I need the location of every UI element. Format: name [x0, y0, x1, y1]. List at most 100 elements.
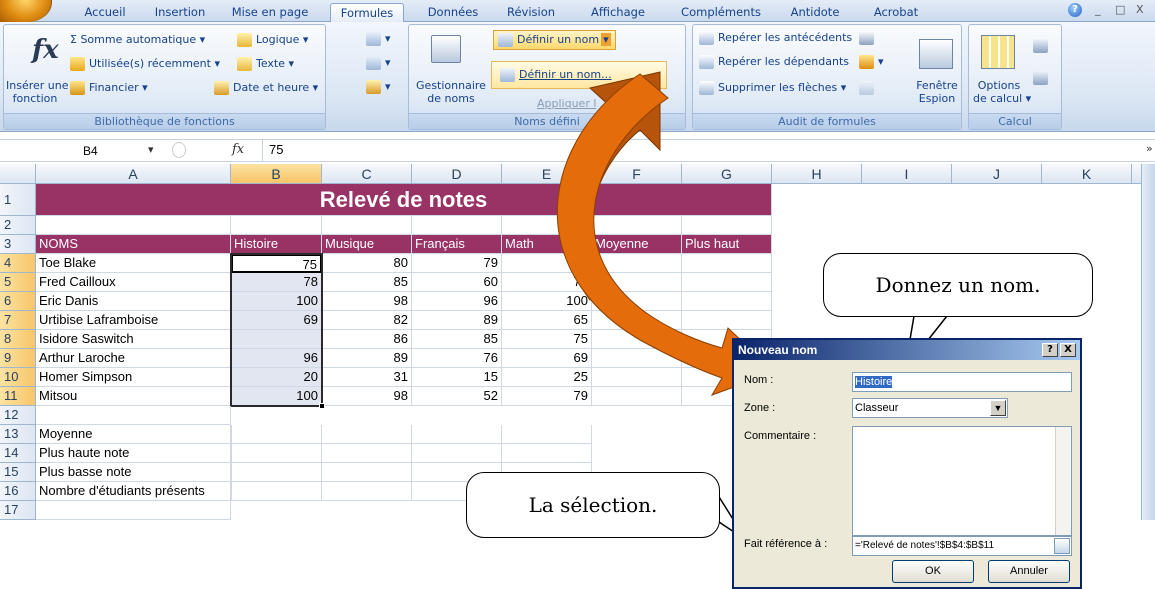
tab-donnees[interactable]: Données — [418, 3, 488, 22]
more-functions-icon[interactable]: ▾ — [366, 80, 391, 94]
summary-label[interactable]: Moyenne — [36, 425, 231, 444]
row-header-17[interactable]: 17 — [0, 501, 36, 520]
row-header-7[interactable]: 7 — [0, 311, 36, 330]
cell-francais[interactable]: 89 — [412, 311, 502, 330]
scope-select[interactable]: Classeur ▼ — [852, 398, 1008, 418]
cell-histoire[interactable]: 96 — [231, 349, 322, 368]
calculate-sheet-icon[interactable] — [1033, 71, 1052, 85]
cell-musique[interactable]: 89 — [322, 349, 412, 368]
tab-complements[interactable]: Compléments — [676, 3, 766, 22]
close-icon[interactable]: X — [1136, 3, 1144, 16]
student-name[interactable]: Homer Simpson — [36, 368, 231, 387]
refers-to-input[interactable]: ='Relevé de notes'!$B$4:$B$11 — [852, 536, 1072, 556]
cell-francais[interactable]: 60 — [412, 273, 502, 292]
cell-musique[interactable]: 98 — [322, 292, 412, 311]
chevron-down-icon[interactable]: ▼ — [990, 400, 1006, 416]
row-header-16[interactable]: 16 — [0, 482, 36, 501]
select-all-corner[interactable] — [0, 164, 36, 184]
row-header-5[interactable]: 5 — [0, 273, 36, 292]
cell-math[interactable]: 75 — [502, 273, 592, 292]
summary-label[interactable]: Plus haute note — [36, 444, 231, 463]
cell-a2[interactable] — [36, 216, 231, 235]
name-box[interactable]: B4 — [8, 142, 158, 160]
student-name[interactable]: Fred Cailloux — [36, 273, 231, 292]
row-header-2[interactable]: 2 — [0, 216, 36, 235]
cell-musique[interactable]: 82 — [322, 311, 412, 330]
tab-formules[interactable]: Formules — [330, 3, 404, 23]
name-input[interactable]: Histoire — [852, 372, 1072, 392]
cell-histoire[interactable]: 100 — [231, 292, 322, 311]
cell-math[interactable]: 79 — [502, 387, 592, 406]
show-formulas-icon[interactable] — [859, 31, 878, 45]
header-cell-francais[interactable]: Français — [412, 235, 502, 254]
row-header-9[interactable]: 9 — [0, 349, 36, 368]
dialog-close-button[interactable]: X — [1060, 343, 1076, 357]
column-header-d[interactable]: D — [412, 164, 502, 184]
name-manager-button[interactable]: Gestionnaire de noms — [415, 79, 487, 105]
row-header-4[interactable]: 4 — [0, 254, 36, 273]
dialog-title-bar[interactable]: Nouveau nom — [734, 340, 1080, 360]
dialog-help-button[interactable]: ? — [1042, 343, 1058, 357]
cell-math[interactable]: 69 — [502, 349, 592, 368]
tab-affichage[interactable]: Affichage — [580, 3, 656, 22]
trace-dependents-button[interactable]: Repérer les dépendants — [699, 55, 849, 69]
cell-francais[interactable]: 96 — [412, 292, 502, 311]
minimize-icon[interactable]: _ — [1095, 3, 1101, 16]
cancel-button[interactable]: Annuler — [988, 560, 1070, 583]
cell-a17[interactable] — [36, 501, 231, 520]
header-cell-math[interactable]: Math — [502, 235, 592, 254]
cell-musique[interactable]: 31 — [322, 368, 412, 387]
tab-acrobat[interactable]: Acrobat — [866, 3, 926, 22]
expand-formula-bar-icon[interactable]: » — [1146, 142, 1153, 155]
evaluate-formula-icon[interactable] — [859, 81, 878, 95]
lookup-icon[interactable]: ▾ — [366, 32, 391, 46]
restore-icon[interactable]: □ — [1115, 3, 1125, 16]
column-header-e[interactable]: E — [502, 164, 592, 184]
fill-handle[interactable] — [319, 403, 325, 409]
define-name-menu-item[interactable]: Définir un nom... — [491, 61, 667, 89]
column-header-j[interactable]: J — [952, 164, 1042, 184]
tab-antidote[interactable]: Antidote — [782, 3, 848, 22]
cell-francais[interactable]: 85 — [412, 330, 502, 349]
cell-f2[interactable] — [592, 216, 682, 235]
comment-scrollbar[interactable] — [1055, 427, 1071, 535]
apply-names-menu-item[interactable]: Appliquer l — [537, 97, 596, 110]
cell-francais[interactable]: 15 — [412, 368, 502, 387]
cell-math[interactable]: 25 — [502, 368, 592, 387]
header-cell-moyenne[interactable]: Moyenne — [592, 235, 682, 254]
watch-window-button[interactable]: Fenêtre Espion — [915, 79, 959, 105]
datetime-button[interactable]: Date et heure ▾ — [214, 81, 318, 95]
cell-d2[interactable] — [412, 216, 502, 235]
calculate-now-icon[interactable] — [1033, 39, 1052, 53]
student-name[interactable]: Arthur Laroche — [36, 349, 231, 368]
cell-math[interactable]: 8 — [502, 254, 592, 273]
cell-francais[interactable]: 79 — [412, 254, 502, 273]
cell-math[interactable]: 65 — [502, 311, 592, 330]
tab-mise-en-page[interactable]: Mise en page — [225, 3, 315, 22]
summary-label[interactable]: Nombre d'étudiants présents — [36, 482, 231, 501]
sheet-title[interactable]: Relevé de notes — [36, 184, 772, 216]
row-header-11[interactable]: 11 — [0, 387, 36, 406]
cell-b4-active[interactable]: 75 — [231, 254, 322, 273]
define-name-split-button[interactable]: Définir un nom ▾ — [493, 30, 616, 50]
header-cell-noms[interactable]: NOMS — [36, 235, 231, 254]
column-header-i[interactable]: I — [862, 164, 952, 184]
insert-function-icon[interactable]: fx — [232, 142, 244, 157]
student-name[interactable]: Urtibise Laframboise — [36, 311, 231, 330]
cell-math[interactable]: 75 — [502, 330, 592, 349]
math-trig-icon[interactable]: ▾ — [366, 56, 391, 70]
tab-revision[interactable]: Révision — [498, 3, 564, 22]
row-header-1[interactable]: 1 — [0, 184, 36, 216]
cell-musique[interactable]: 86 — [322, 330, 412, 349]
summary-label[interactable]: Plus basse note — [36, 463, 231, 482]
trace-precedents-button[interactable]: Repérer les antécédents — [699, 31, 852, 45]
row-header-14[interactable]: 14 — [0, 444, 36, 463]
student-name[interactable]: Isidore Saswitch — [36, 330, 231, 349]
tab-insertion[interactable]: Insertion — [145, 3, 215, 22]
column-header-g[interactable]: G — [682, 164, 772, 184]
cell-histoire[interactable]: 20 — [231, 368, 322, 387]
column-header-b[interactable]: B — [231, 164, 322, 184]
header-cell-musique[interactable]: Musique — [322, 235, 412, 254]
row-header-10[interactable]: 10 — [0, 368, 36, 387]
vertical-scrollbar[interactable] — [1141, 164, 1155, 520]
